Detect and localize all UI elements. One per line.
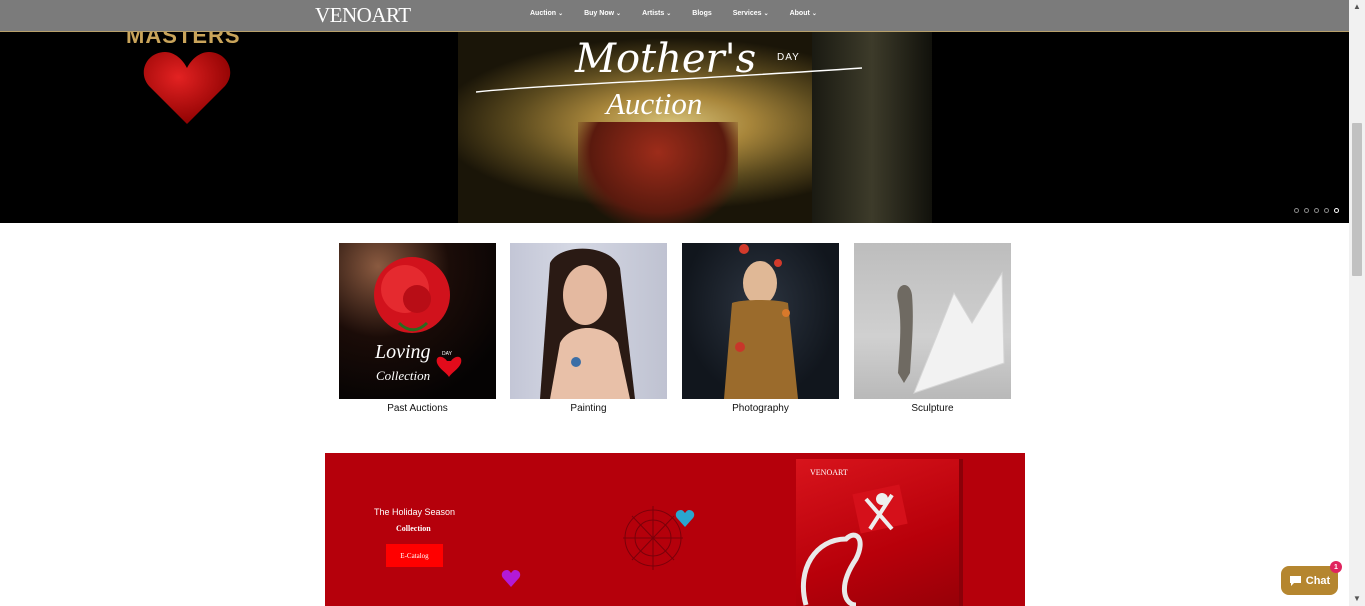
chat-bubble-icon [1289,575,1301,586]
category-photography[interactable]: Photography [682,243,839,414]
page-scrollbar[interactable]: ▲ ▼ [1349,0,1365,606]
nav-blogs[interactable]: Blogs [692,10,711,17]
category-label[interactable]: Sculpture [854,403,1011,414]
promo-heading: The Holiday Season [374,507,456,517]
loving-overlay-day: DAY [442,351,452,357]
hero-script-title: Mother's [575,36,757,82]
chevron-down-icon: ⌄ [763,11,769,17]
nav-artists[interactable]: Artists ⌄ [642,10,671,17]
heart-icon [143,52,231,124]
slider-dot-active[interactable] [1334,208,1339,213]
hero-title: Auction [606,86,703,121]
holiday-promo-banner[interactable]: The Holiday Season Collection E-Catalog … [325,453,1025,606]
sculpture-figure [897,271,1005,394]
slider-dot[interactable] [1314,208,1319,213]
past-auctions-image[interactable]: Loving DAY Collection [339,243,496,399]
slider-dot[interactable] [1324,208,1329,213]
scroll-down-arrow-icon[interactable]: ▼ [1349,592,1365,606]
gift-box-icon [800,484,908,606]
loving-overlay-sub: Collection [376,368,431,383]
hero-masters-text: MASTERS [126,32,241,48]
portrait-figure [540,248,635,399]
nav-auction[interactable]: Auction ⌄ [530,10,563,17]
category-painting[interactable]: Painting [510,243,667,414]
heart-icon [501,570,521,587]
nav-buy-now[interactable]: Buy Now ⌄ [584,10,621,17]
top-navigation-bar: VENOART Auction ⌄ Buy Now ⌄ Artists ⌄ Blogs… [0,0,1349,32]
slider-dot[interactable] [1294,208,1299,213]
scrollbar-thumb[interactable] [1352,123,1362,276]
sculpture-image[interactable] [854,243,1011,399]
chevron-down-icon: ⌄ [666,11,672,17]
promo-subheading: Collection [396,524,431,533]
portrait-figure [724,244,798,399]
category-label[interactable]: Painting [510,403,667,414]
nav-services[interactable]: Services ⌄ [733,10,769,17]
hero-day-label: DAY [777,52,800,63]
chevron-down-icon: ⌄ [811,11,817,17]
photography-image[interactable] [682,243,839,399]
category-label[interactable]: Past Auctions [339,403,496,414]
e-catalog-button[interactable]: E-Catalog [386,544,443,567]
catalog-cover-image[interactable]: VENOART [796,459,959,606]
nav-about[interactable]: About ⌄ [790,10,817,17]
chevron-down-icon: ⌄ [558,11,564,17]
page: VENOART Auction ⌄ Buy Now ⌄ Artists ⌄ Blogs… [0,0,1365,606]
chat-notification-badge: 1 [1330,561,1342,573]
category-sculpture[interactable]: Sculpture [854,243,1011,414]
category-label[interactable]: Photography [682,403,839,414]
slider-dots [1294,208,1339,213]
hero-slider[interactable]: MASTERS Mother's DAY Auction [0,32,1349,223]
chevron-down-icon: ⌄ [616,11,622,17]
heart-icon [675,510,695,527]
scroll-up-arrow-icon[interactable]: ▲ [1349,0,1365,14]
site-logo[interactable]: VENOART [315,3,411,28]
main-nav: Auction ⌄ Buy Now ⌄ Artists ⌄ Blogs Service… [530,10,838,17]
category-past-auctions[interactable]: Loving DAY Collection Past Auctions [339,243,496,414]
chat-label: Chat [1305,574,1331,587]
chat-button[interactable]: Chat 1 [1281,561,1342,595]
painting-image[interactable] [510,243,667,399]
loving-overlay-title: Loving [375,341,431,363]
slider-dot[interactable] [1304,208,1309,213]
